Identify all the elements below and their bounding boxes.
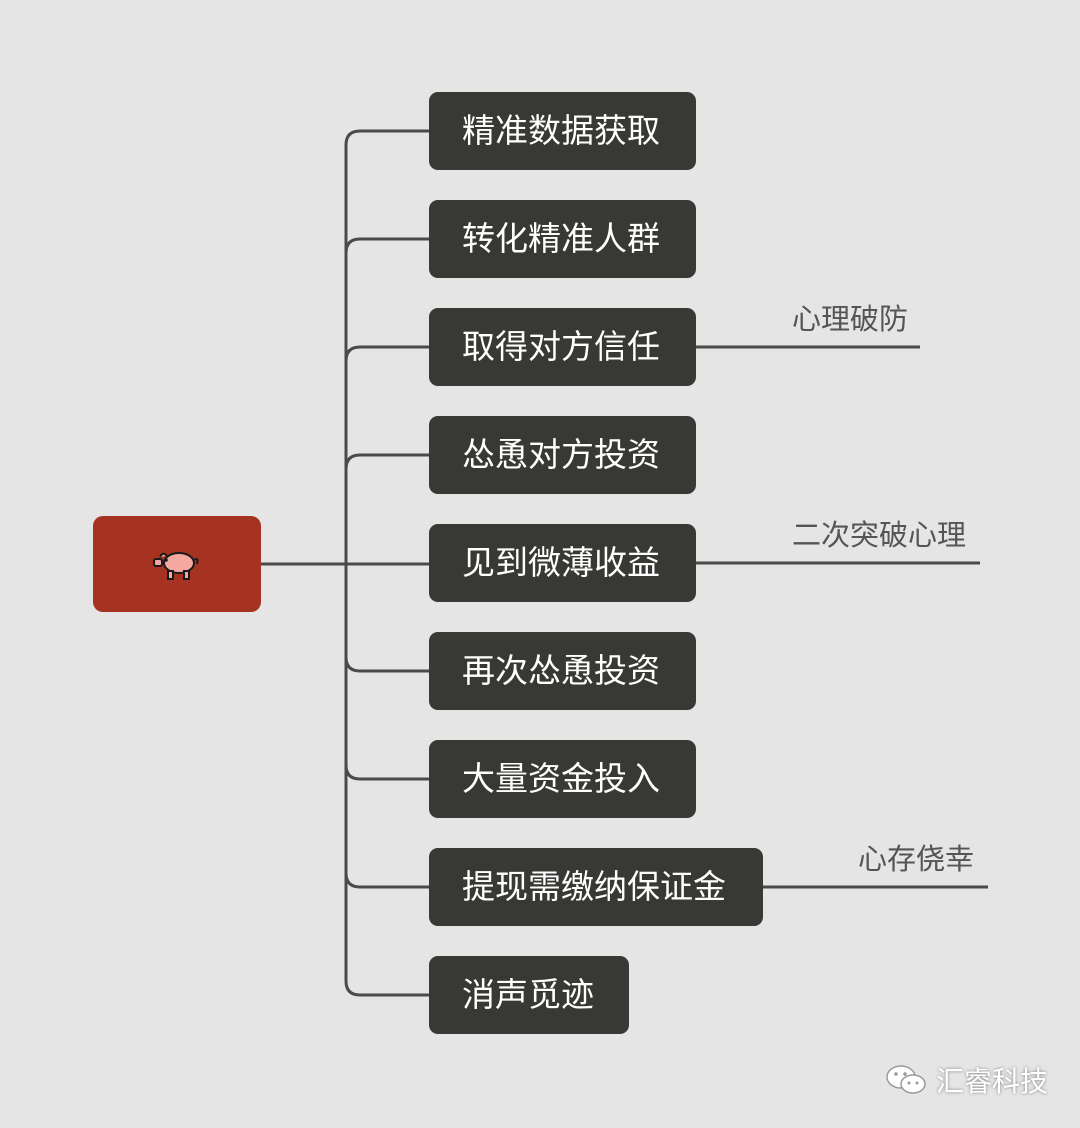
step-node[interactable]: 消声觅迹	[429, 956, 629, 1034]
mind-map: 精准数据获取 转化精准人群 取得对方信任 怂恿对方投资 见到微薄收益 再次怂恿投…	[0, 0, 1080, 1128]
watermark-text: 汇睿科技	[936, 1065, 1049, 1098]
branch-connector	[344, 764, 429, 781]
branch-connector	[344, 656, 429, 673]
step-node[interactable]: 取得对方信任	[429, 308, 696, 386]
branch-note[interactable]: 心理破防	[792, 296, 908, 338]
step-node[interactable]: 怂恿对方投资	[429, 416, 696, 494]
watermark: 汇睿科技	[884, 1060, 1048, 1100]
step-node[interactable]: 转化精准人群	[429, 200, 696, 278]
step-node[interactable]: 见到微薄收益	[429, 524, 696, 602]
branch-connector	[344, 345, 429, 362]
branch-connector	[344, 453, 429, 470]
branch-connector	[344, 237, 429, 254]
branch-note[interactable]: 二次突破心理	[792, 512, 966, 554]
step-node[interactable]: 精准数据获取	[429, 92, 696, 170]
wechat-icon	[886, 1065, 926, 1094]
step-node[interactable]: 提现需缴纳保证金	[429, 848, 763, 926]
branch-connector	[344, 872, 429, 889]
pig-icon	[153, 552, 199, 580]
branch-note[interactable]: 心存侥幸	[858, 836, 974, 878]
step-node[interactable]: 再次怂恿投资	[429, 632, 696, 710]
root-node[interactable]	[93, 516, 261, 612]
step-node[interactable]: 大量资金投入	[429, 740, 696, 818]
